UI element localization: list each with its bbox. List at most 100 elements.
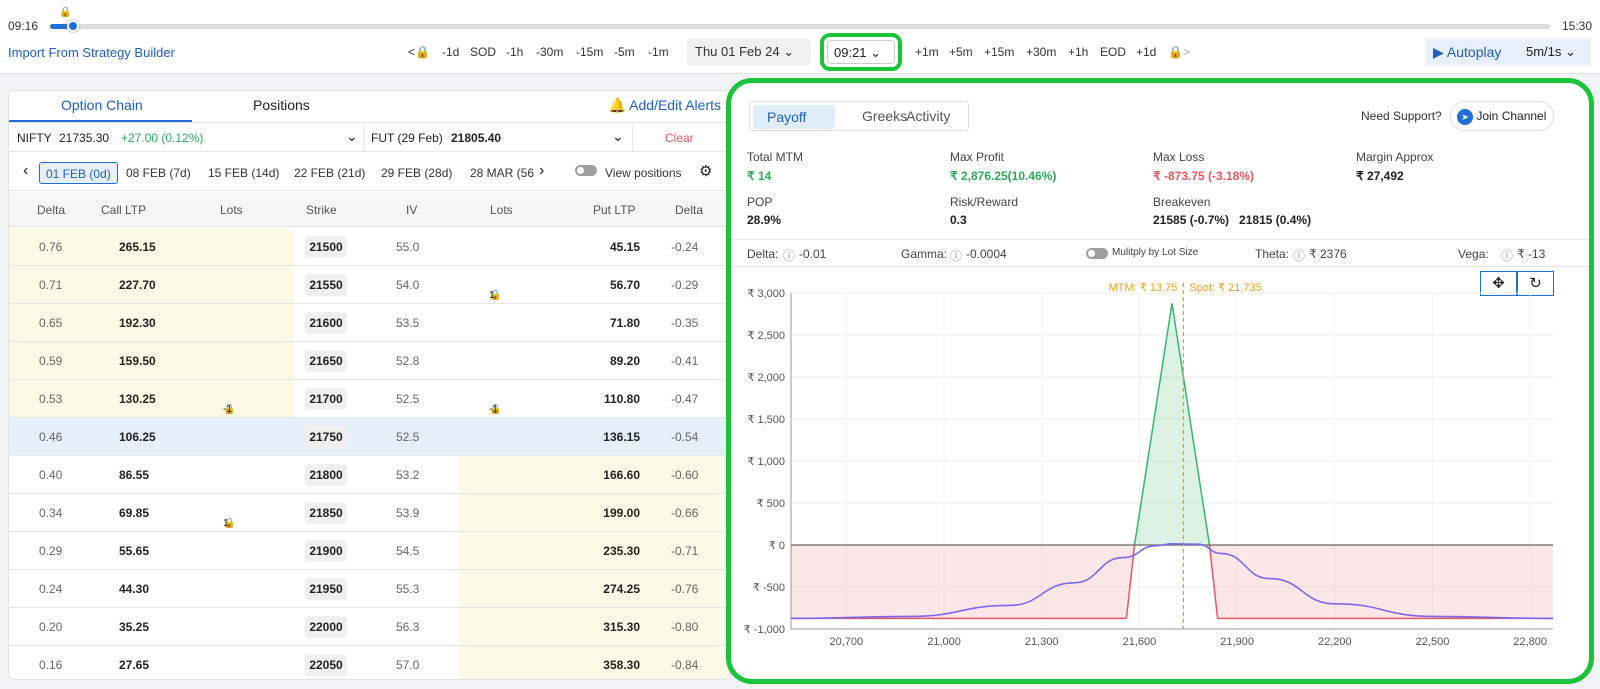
put-ltp[interactable]: 45.15 xyxy=(610,240,640,254)
call-ltp[interactable]: 44.30 xyxy=(119,582,149,596)
step-sod[interactable]: SOD xyxy=(470,45,496,59)
table-row[interactable]: 0.71 227.70 21550 54.0 🔒 1 56.70 -0.29 xyxy=(9,266,729,304)
step-minus-1h[interactable]: -1h xyxy=(506,45,523,59)
info-icon[interactable]: ⓘ xyxy=(1501,247,1513,264)
put-delta: -0.76 xyxy=(671,582,699,596)
expiry-28-mar[interactable]: 28 MAR (56 xyxy=(464,162,534,184)
step-minus-30m[interactable]: -30m xyxy=(536,45,563,59)
call-ltp[interactable]: 27.65 xyxy=(119,658,149,672)
put-ltp[interactable]: 358.30 xyxy=(603,658,640,672)
iv: 52.5 xyxy=(396,392,420,406)
step-minus-1d[interactable]: -1d xyxy=(442,45,459,59)
clear-button[interactable]: Clear xyxy=(665,131,694,145)
table-row[interactable]: 0.34 69.85 🔒 1 21850 53.9 199.00 -0.66 xyxy=(9,494,729,532)
expiry-01-feb[interactable]: 01 FEB (0d) xyxy=(39,162,118,184)
step-plus-15m[interactable]: +15m xyxy=(984,45,1014,59)
divider xyxy=(632,124,633,152)
info-icon[interactable]: ⓘ xyxy=(950,247,962,264)
put-ltp[interactable]: 235.30 xyxy=(603,544,640,558)
multiply-lot-toggle[interactable] xyxy=(1086,248,1108,259)
gear-icon[interactable]: ⚙ xyxy=(699,162,712,180)
step-eod[interactable]: EOD xyxy=(1100,45,1126,59)
table-row[interactable]: 0.46 106.25 21750 52.5 136.15 -0.54 xyxy=(9,418,729,456)
put-delta: -0.71 xyxy=(671,544,699,558)
step-minus-15m[interactable]: -15m xyxy=(576,45,603,59)
tab-payoff[interactable]: Payoff xyxy=(753,105,835,129)
info-icon[interactable]: ⓘ xyxy=(783,247,795,264)
view-positions-toggle[interactable] xyxy=(575,165,597,176)
step-forward-lock-icon[interactable]: 🔒> xyxy=(1168,45,1190,59)
step-plus-1m[interactable]: +1m xyxy=(915,45,939,59)
table-row[interactable]: 0.65 192.30 21600 53.5 71.80 -0.35 xyxy=(9,304,729,342)
put-ltp[interactable]: 56.70 xyxy=(610,278,640,292)
call-ltp[interactable]: 35.25 xyxy=(119,620,149,634)
import-strategy-link[interactable]: Import From Strategy Builder xyxy=(8,45,175,60)
expiry-08-feb[interactable]: 08 FEB (7d) xyxy=(120,162,197,184)
table-row[interactable]: 0.20 35.25 22000 56.3 315.30 -0.80 xyxy=(9,608,729,646)
info-icon[interactable]: ⓘ xyxy=(1293,247,1305,264)
iv: 53.9 xyxy=(396,506,420,520)
autoplay-button[interactable]: ▶ Autoplay xyxy=(1425,38,1518,66)
expiry-15-feb[interactable]: 15 FEB (14d) xyxy=(202,162,285,184)
chevron-down-icon[interactable]: ⌄ xyxy=(346,128,358,145)
chevron-left-icon[interactable]: ‹ xyxy=(23,162,28,180)
iv: 57.0 xyxy=(396,658,420,672)
tab-option-chain[interactable]: Option Chain xyxy=(61,97,143,113)
strike: 22000 xyxy=(305,616,347,638)
table-row[interactable]: 0.29 55.65 21900 54.5 235.30 -0.71 xyxy=(9,532,729,570)
multiply-lot-label: Mulitply by Lot Size xyxy=(1112,247,1199,258)
table-row[interactable]: 0.16 27.65 22050 57.0 358.30 -0.84 xyxy=(9,646,729,679)
put-ltp[interactable]: 71.80 xyxy=(610,316,640,330)
step-back-lock-icon[interactable]: <🔒 xyxy=(408,45,430,59)
step-plus-5m[interactable]: +5m xyxy=(949,45,973,59)
call-ltp[interactable]: 227.70 xyxy=(119,278,156,292)
put-ltp[interactable]: 315.30 xyxy=(603,620,640,634)
call-ltp[interactable]: 86.55 xyxy=(119,468,149,482)
step-plus-1d[interactable]: +1d xyxy=(1136,45,1156,59)
table-row[interactable]: 0.40 86.55 21800 53.2 166.60 -0.60 xyxy=(9,456,729,494)
chevron-right-icon[interactable]: › xyxy=(539,162,544,180)
step-minus-1m[interactable]: -1m xyxy=(648,45,669,59)
y-tick-label: ₹ -500 xyxy=(753,582,785,594)
tab-activity[interactable]: Activity xyxy=(906,108,950,124)
call-delta: 0.46 xyxy=(39,430,63,444)
table-row[interactable]: 0.53 130.25 🔒 -1 21700 52.5 🔒 -1 110.80 -0.47 xyxy=(9,380,729,418)
step-plus-30m[interactable]: +30m xyxy=(1026,45,1056,59)
call-ltp[interactable]: 265.15 xyxy=(119,240,156,254)
call-ltp[interactable]: 192.30 xyxy=(119,316,156,330)
join-channel-button[interactable]: ➤ Join Channel xyxy=(1450,101,1554,131)
table-row[interactable]: 0.59 159.50 21650 52.8 89.20 -0.41 xyxy=(9,342,729,380)
put-ltp[interactable]: 110.80 xyxy=(604,392,640,406)
call-ltp[interactable]: 130.25 xyxy=(119,392,156,406)
time-select[interactable]: 09:21 ⌄ xyxy=(827,40,895,64)
put-ltp[interactable]: 166.60 xyxy=(603,468,640,482)
telegram-icon: ➤ xyxy=(1457,109,1473,125)
table-row[interactable]: 0.24 44.30 21950 55.3 274.25 -0.76 xyxy=(9,570,729,608)
timeline-slider[interactable] xyxy=(50,24,1550,29)
iv: 55.3 xyxy=(396,582,420,596)
put-ltp[interactable]: 136.15 xyxy=(603,430,640,444)
put-delta: -0.66 xyxy=(671,506,699,520)
step-minus-5m[interactable]: -5m xyxy=(614,45,635,59)
iv: 56.3 xyxy=(396,620,420,634)
table-row[interactable]: 0.76 265.15 21500 55.0 45.15 -0.24 xyxy=(9,228,729,266)
call-ltp[interactable]: 159.50 xyxy=(119,354,156,368)
speed-select[interactable]: 5m/1s ⌄ xyxy=(1518,38,1590,66)
add-edit-alerts-button[interactable]: 🔔 Add/Edit Alerts xyxy=(609,97,721,114)
timeline-thumb[interactable] xyxy=(67,20,79,32)
chevron-down-icon[interactable]: ⌄ xyxy=(612,128,624,145)
step-plus-1h[interactable]: +1h xyxy=(1068,45,1088,59)
chevron-down-icon: ⌄ xyxy=(870,45,882,60)
date-select[interactable]: Thu 01 Feb 24 ⌄ xyxy=(687,38,811,66)
tab-greeks[interactable]: Greeks xyxy=(862,108,907,124)
call-ltp[interactable]: 69.85 xyxy=(119,506,149,520)
put-ltp[interactable]: 199.00 xyxy=(603,506,640,520)
call-ltp[interactable]: 55.65 xyxy=(119,544,149,558)
call-ltp[interactable]: 106.25 xyxy=(119,430,156,444)
put-ltp[interactable]: 89.20 xyxy=(610,354,640,368)
max-loss-label: Max Loss xyxy=(1153,150,1205,164)
tab-positions[interactable]: Positions xyxy=(253,97,310,113)
expiry-22-feb[interactable]: 22 FEB (21d) xyxy=(288,162,371,184)
put-ltp[interactable]: 274.25 xyxy=(603,582,640,596)
expiry-29-feb[interactable]: 29 FEB (28d) xyxy=(375,162,458,184)
